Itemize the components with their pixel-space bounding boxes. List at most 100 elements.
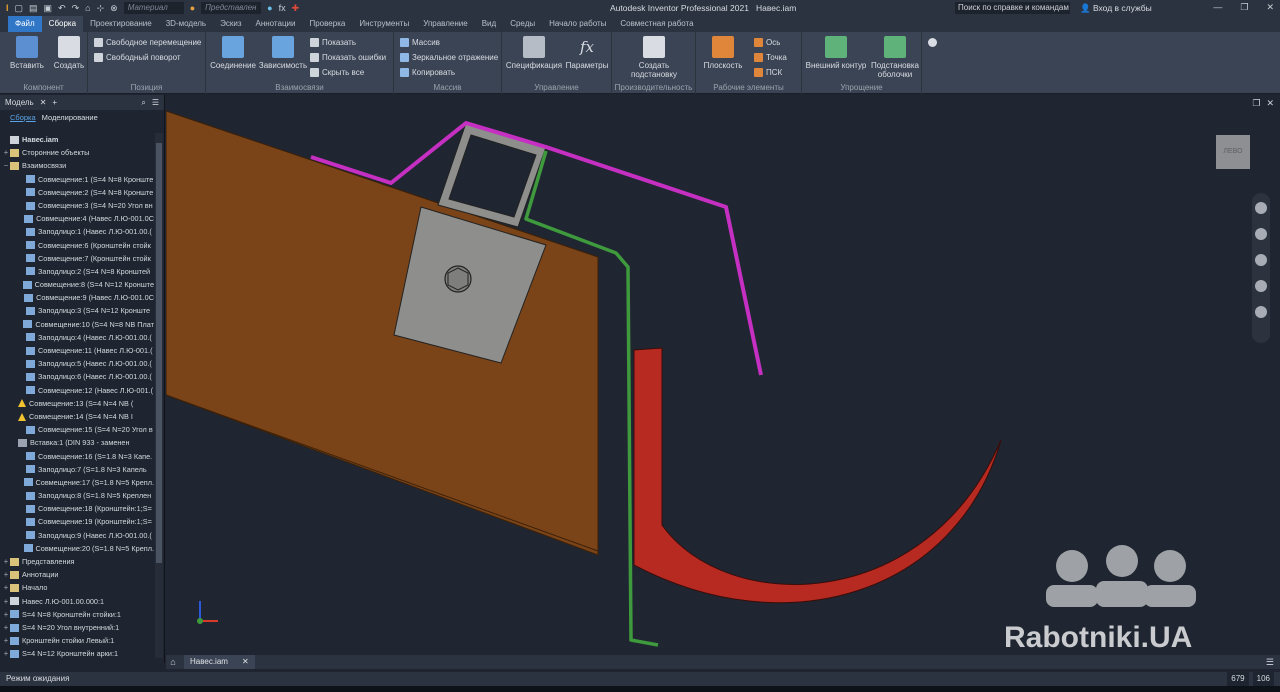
clear-appearance-icon[interactable]: ●: [267, 3, 272, 13]
show-button[interactable]: Показать: [310, 38, 356, 47]
tree-node[interactable]: Совмещение:20 (S=1.8 N=5 Крепл.: [0, 542, 154, 555]
graphics-viewport[interactable]: ❐ ✕ ЛЕВО Rabotniki.UA: [166, 95, 1280, 655]
tree-node[interactable]: Совмещение:13 (S=4 N=4 NB (: [0, 397, 154, 410]
browser-title[interactable]: Модель: [5, 98, 34, 107]
plane-button[interactable]: Плоскость: [700, 36, 746, 70]
look-at-icon[interactable]: [1255, 306, 1267, 318]
parameters-button[interactable]: fx Параметры: [564, 36, 610, 70]
tree-node[interactable]: Навес.iam: [0, 133, 154, 146]
tree-node[interactable]: Совмещение:8 (S=4 N=12 Кронште: [0, 278, 154, 291]
menu-icon[interactable]: ☰: [152, 98, 159, 107]
expand-toggle-icon[interactable]: +: [2, 146, 10, 159]
appearance-combo[interactable]: Представлен: [201, 2, 262, 14]
tab-modeling-view[interactable]: Моделирование: [42, 113, 98, 122]
update-icon[interactable]: ⊗: [110, 3, 118, 14]
save-icon[interactable]: ▣: [44, 3, 53, 14]
tab-menu-icon[interactable]: ☰: [1266, 657, 1274, 668]
model-canvas[interactable]: [166, 95, 1280, 655]
tree-node[interactable]: Совмещение:19 (Кронштейн:1;S=: [0, 515, 154, 528]
tree-node[interactable]: Заподлицо:7 (S=1.8 N=3 Капель: [0, 463, 154, 476]
search-icon[interactable]: ⌕: [141, 98, 145, 108]
tree-node[interactable]: Совмещение:17 (S=1.8 N=5 Крепл.: [0, 476, 154, 489]
expand-toggle-icon[interactable]: +: [2, 581, 10, 594]
pan-icon[interactable]: [1255, 228, 1267, 240]
shrinkwrap-button[interactable]: Внешний контур: [804, 36, 868, 70]
copy-button[interactable]: Копировать: [400, 68, 455, 77]
tab-get-started[interactable]: Начало работы: [542, 16, 613, 32]
tab-collaborate[interactable]: Совместная работа: [613, 16, 700, 32]
sign-in-button[interactable]: 👤 Вход в службы: [1080, 3, 1152, 14]
tree-node[interactable]: Заподлицо:5 (Навес Л.Ю-001.00.(: [0, 357, 154, 370]
tree-node[interactable]: + Сторонние объекты: [0, 146, 154, 159]
tree-node[interactable]: Совмещение:10 (S=4 N=8 NB Плат: [0, 318, 154, 331]
tree-node[interactable]: Совмещение:1 (S=4 N=8 Кронште: [0, 173, 154, 186]
joint-button[interactable]: Соединение: [209, 36, 257, 70]
tree-node[interactable]: Заподлицо:3 (S=4 N=12 Кронште: [0, 304, 154, 317]
home-icon[interactable]: ⌂: [166, 657, 180, 667]
tree-node[interactable]: Совмещение:12 (Навес Л.Ю-001.(: [0, 384, 154, 397]
bolt-head[interactable]: [444, 265, 472, 293]
undo-icon[interactable]: ↶: [58, 3, 66, 14]
select-icon[interactable]: ⊹: [97, 3, 105, 14]
open-icon[interactable]: ▤: [29, 3, 38, 14]
constrain-button[interactable]: Зависимость: [258, 36, 308, 70]
tree-node[interactable]: − Взаимосвязи: [0, 159, 154, 172]
tree-node[interactable]: + S=4 N=8 Кронштейн стойки:1: [0, 608, 154, 621]
expand-toggle-icon[interactable]: +: [2, 647, 10, 660]
fx-icon[interactable]: fx: [279, 3, 286, 13]
inventor-logo-icon[interactable]: I: [6, 3, 9, 13]
tab-inspect[interactable]: Проверка: [302, 16, 352, 32]
tab-assembly[interactable]: Сборка: [41, 16, 84, 32]
pattern-button[interactable]: Массив: [400, 38, 440, 47]
create-substitute-button[interactable]: Создать подстановку: [622, 36, 686, 79]
tree-node[interactable]: Заподлицо:8 (S=1.8 N=5 Креплен: [0, 489, 154, 502]
close-icon[interactable]: ✕: [40, 98, 47, 107]
material-combo[interactable]: Материал: [123, 2, 184, 14]
tree-node[interactable]: Совмещение:9 (Навес Л.Ю-001.0С: [0, 291, 154, 304]
tab-environments[interactable]: Среды: [503, 16, 542, 32]
new-icon[interactable]: ▢: [15, 3, 24, 14]
tab-design[interactable]: Проектирование: [83, 16, 159, 32]
redo-icon[interactable]: ↷: [72, 3, 80, 14]
tab-assembly-view[interactable]: Сборка: [10, 113, 36, 122]
steering-wheel-icon[interactable]: [1255, 202, 1267, 214]
expand-toggle-icon[interactable]: +: [2, 555, 10, 568]
close-icon[interactable]: ✕: [1266, 2, 1274, 13]
tree-node[interactable]: + S=4 N=20 Угол внутренний:1: [0, 621, 154, 634]
red-gutter[interactable]: [633, 347, 1002, 604]
tree-node[interactable]: + Аннотации: [0, 568, 154, 581]
plus-icon[interactable]: ✚: [292, 3, 300, 14]
tab-file[interactable]: Файл: [8, 16, 42, 32]
insert-button[interactable]: Вставить: [10, 36, 44, 70]
restore-icon[interactable]: ❐: [1252, 98, 1260, 109]
tree-node[interactable]: Совмещение:6 (Кронштейн стойк: [0, 239, 154, 252]
expand-toggle-icon[interactable]: +: [2, 608, 10, 621]
document-tab[interactable]: Навес.iam ✕: [184, 655, 255, 669]
show-errors-button[interactable]: Показать ошибки: [310, 53, 386, 62]
tree-node[interactable]: + Начало: [0, 581, 154, 594]
bom-button[interactable]: Спецификация: [505, 36, 563, 70]
tree-node[interactable]: Заподлицо:6 (Навес Л.Ю-001.00.(: [0, 370, 154, 383]
tree-node[interactable]: + Кронштейн стойки Левый:1: [0, 634, 154, 647]
tree-node[interactable]: Совмещение:14 (S=4 N=4 NB I: [0, 410, 154, 423]
tree-node[interactable]: Совмещение:3 (S=4 N=20 Угол вн: [0, 199, 154, 212]
tree-node[interactable]: Вставка:1 (DIN 933 - заменен: [0, 436, 154, 449]
expand-toggle-icon[interactable]: +: [2, 568, 10, 581]
axis-button[interactable]: Ось: [754, 38, 780, 47]
orbit-icon[interactable]: [1255, 280, 1267, 292]
expand-toggle-icon[interactable]: +: [2, 621, 10, 634]
tree-node[interactable]: Совмещение:2 (S=4 N=8 Кронште: [0, 186, 154, 199]
mirror-button[interactable]: Зеркальное отражение: [400, 53, 498, 62]
tree-node[interactable]: Заподлицо:9 (Навес Л.Ю-001.00.(: [0, 529, 154, 542]
tree-node[interactable]: Совмещение:15 (S=4 N=20 Угол в: [0, 423, 154, 436]
home-icon[interactable]: ⌂: [85, 3, 90, 13]
free-rotate-button[interactable]: Свободный поворот: [94, 53, 181, 62]
tab-view[interactable]: Вид: [475, 16, 503, 32]
tab-3d-model[interactable]: 3D-модель: [159, 16, 213, 32]
free-move-button[interactable]: Свободное перемещение: [94, 38, 201, 47]
expand-toggle-icon[interactable]: −: [2, 159, 10, 172]
ribbon-options-button[interactable]: [928, 38, 937, 47]
close-icon[interactable]: ✕: [242, 655, 249, 669]
tab-manage[interactable]: Управление: [416, 16, 474, 32]
hide-all-button[interactable]: Скрыть все: [310, 68, 364, 77]
